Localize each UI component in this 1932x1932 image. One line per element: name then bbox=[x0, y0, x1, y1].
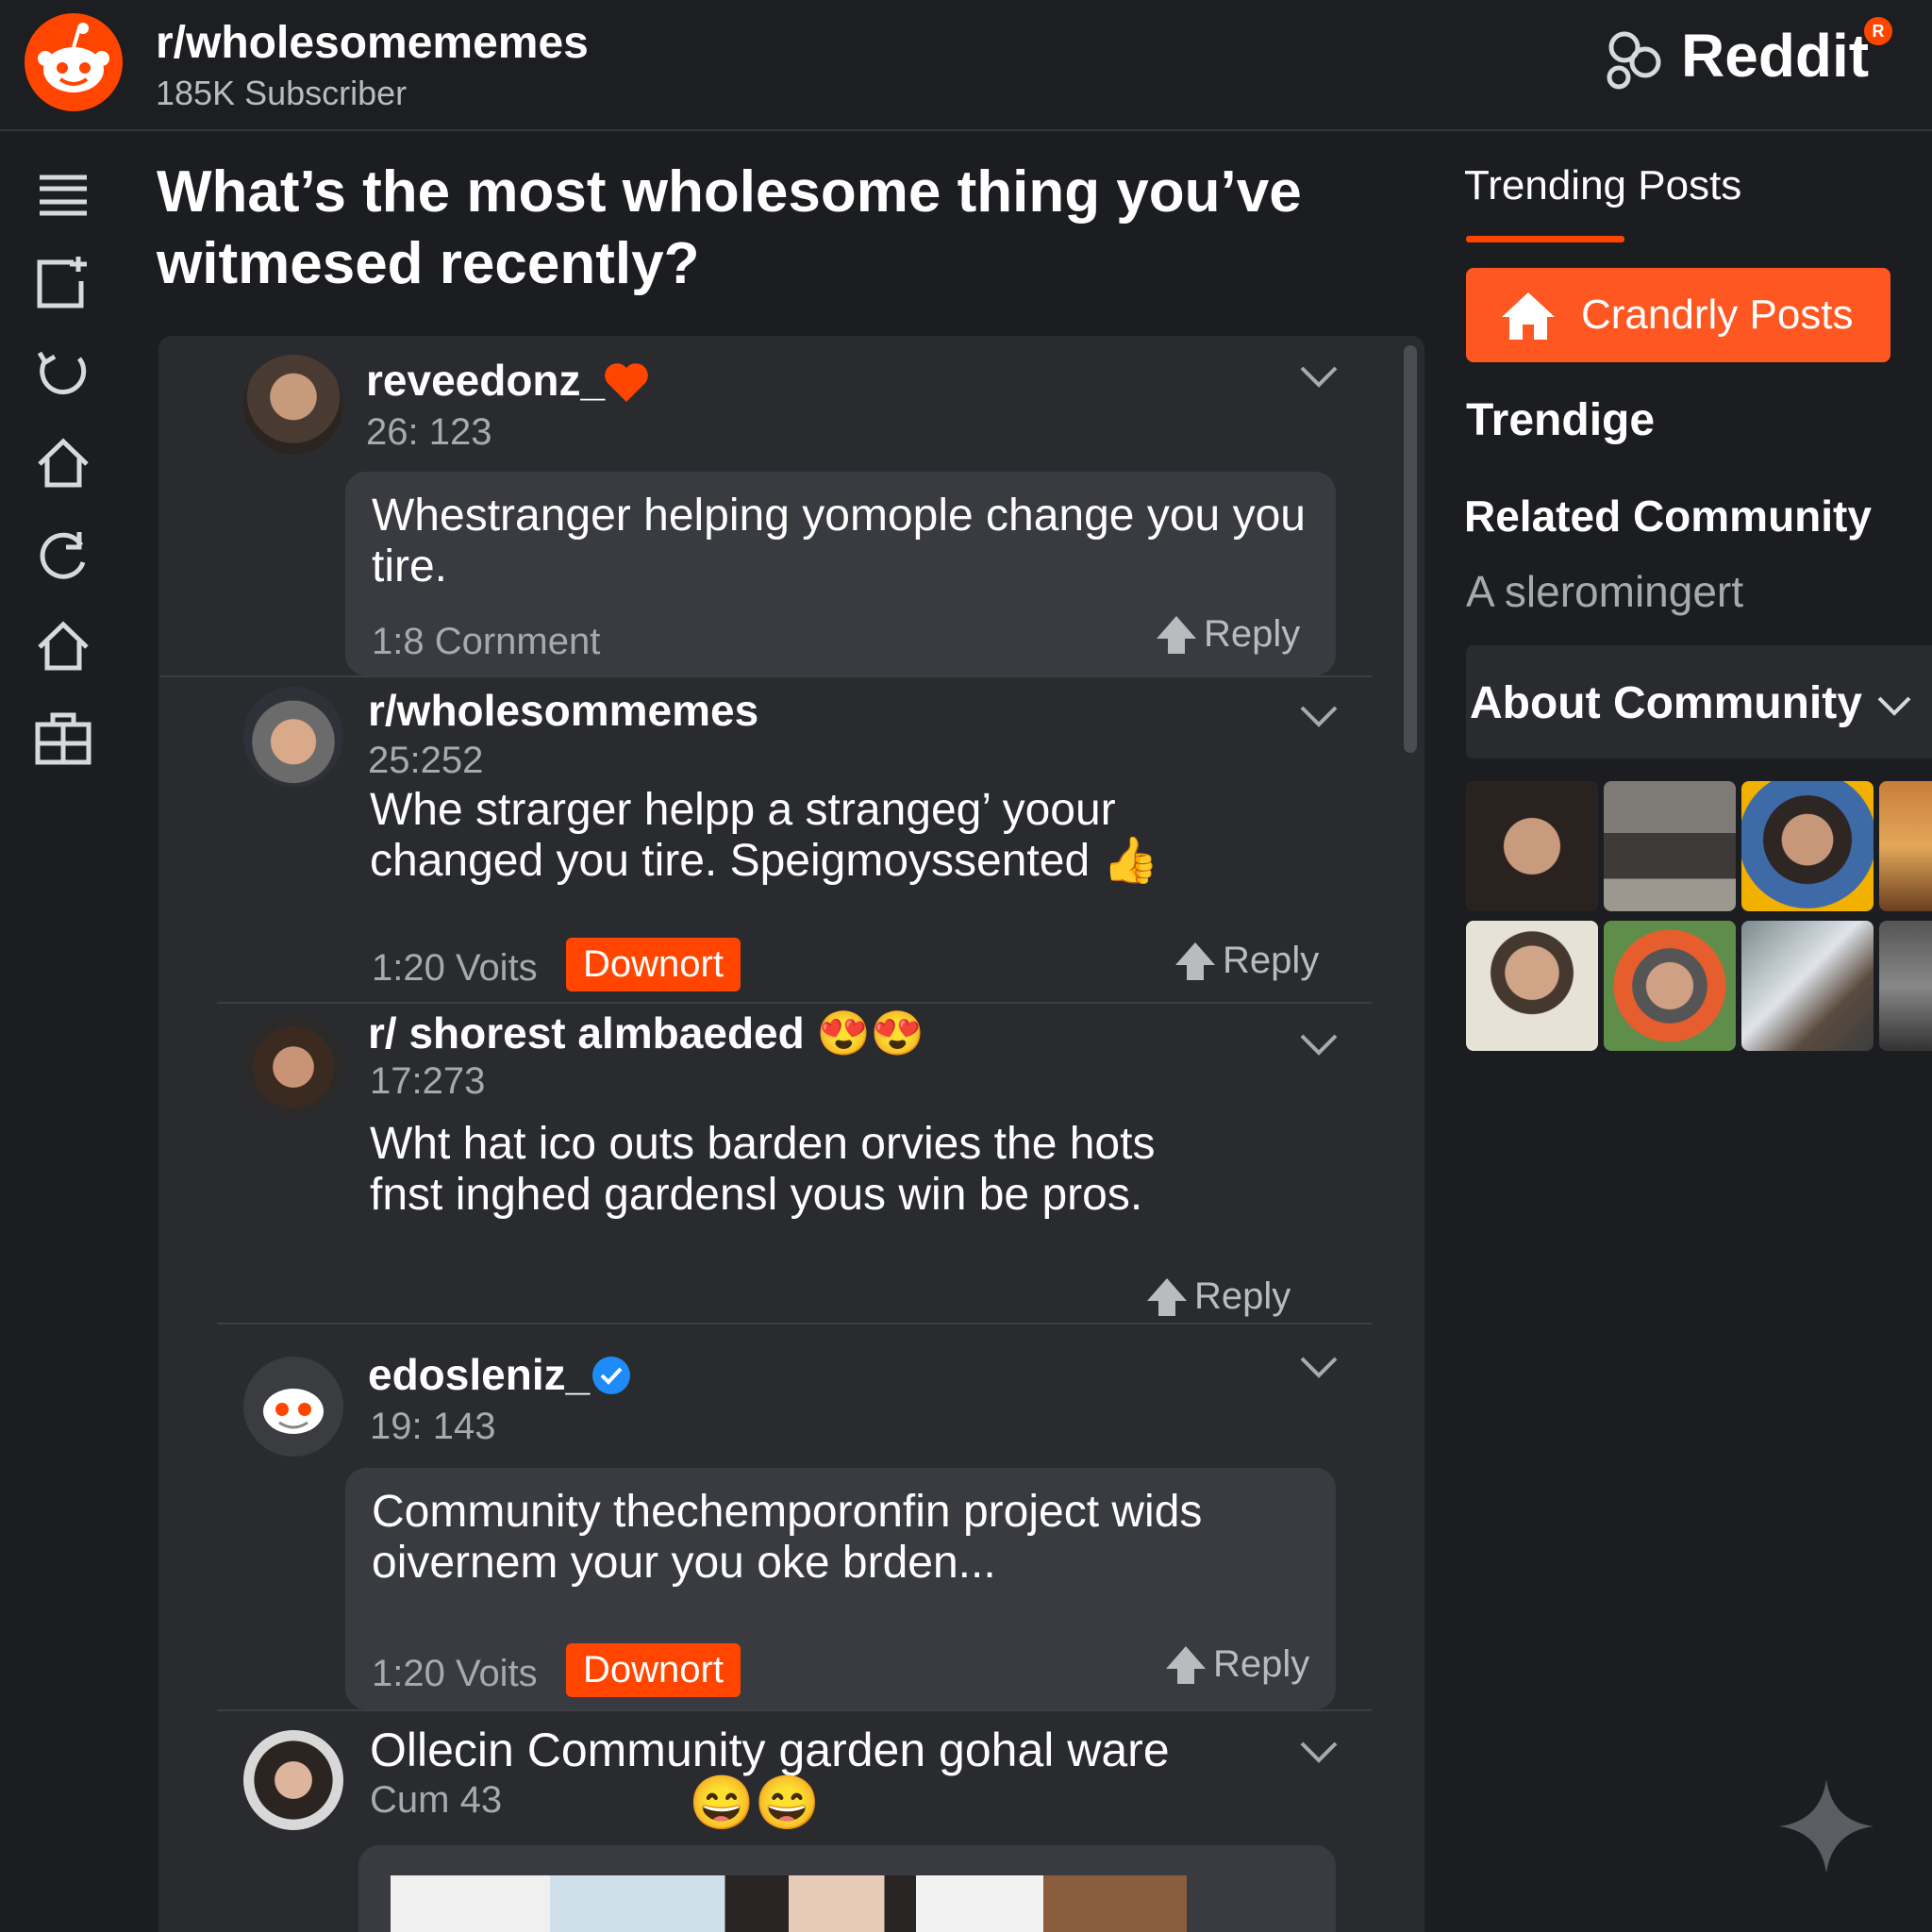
comment-text: Wht hat ico outs barden orvies the hots … bbox=[370, 1119, 1156, 1220]
comment-meta: 19: 143 bbox=[370, 1406, 496, 1447]
refresh-icon[interactable] bbox=[32, 343, 94, 406]
chevron-down-icon[interactable] bbox=[1298, 1032, 1340, 1058]
heart-eyes-emoji: 😍😍 bbox=[816, 1008, 925, 1058]
chevron-down-icon[interactable] bbox=[1298, 364, 1340, 391]
community-photo[interactable] bbox=[1741, 781, 1874, 911]
heart-icon bbox=[602, 360, 651, 406]
comment-text: Whe strarger helpp a strangeg’ yoour cha… bbox=[370, 785, 1275, 887]
comment-meta: 25:252 bbox=[368, 740, 484, 781]
reply-button[interactable]: Reply bbox=[1145, 1275, 1291, 1318]
divider bbox=[160, 675, 1372, 677]
reply-label: Reply bbox=[1194, 1275, 1291, 1317]
menu-icon[interactable] bbox=[32, 164, 94, 226]
comment-count[interactable]: 1:8 Cornment bbox=[372, 621, 600, 663]
subreddit-logo-icon[interactable] bbox=[25, 13, 123, 111]
compose-icon[interactable] bbox=[32, 253, 94, 315]
about-community-label: About Community bbox=[1470, 678, 1862, 728]
reply-label: Reply bbox=[1223, 940, 1320, 981]
comment-text-content: Whe strarger helpp a strangeg’ yoour cha… bbox=[370, 785, 1116, 886]
notification-badge[interactable]: R bbox=[1864, 17, 1892, 45]
community-photo[interactable] bbox=[1604, 921, 1736, 1051]
thumbs-up-emoji: 👍 bbox=[1102, 836, 1159, 886]
upvote-arrow-icon bbox=[1147, 1277, 1187, 1316]
community-icon[interactable] bbox=[32, 709, 94, 772]
reply-button[interactable]: Reply bbox=[1155, 613, 1300, 656]
image-preview[interactable] bbox=[391, 1875, 1187, 1932]
scrollbar-thumb[interactable] bbox=[1404, 345, 1417, 753]
reload-icon[interactable] bbox=[32, 525, 94, 587]
comment-meta: 17:273 bbox=[370, 1060, 486, 1102]
snoo-icon bbox=[263, 1389, 324, 1434]
divider bbox=[217, 1709, 1372, 1711]
download-button[interactable]: Downort bbox=[566, 938, 741, 991]
comment-username[interactable]: r/ shorest almbaeded 😍😍 bbox=[368, 1008, 924, 1059]
community-photo[interactable] bbox=[1879, 921, 1932, 1051]
comment-meta: 26: 123 bbox=[366, 411, 492, 453]
community-photo[interactable] bbox=[1466, 921, 1598, 1051]
reply-button[interactable]: Reply bbox=[1164, 1643, 1309, 1686]
comment-meta: Cum 43 bbox=[370, 1779, 503, 1821]
comment-username[interactable]: r/wholesommemes bbox=[368, 685, 758, 736]
upvote-arrow-icon bbox=[1157, 615, 1196, 654]
reply-label: Reply bbox=[1204, 613, 1301, 655]
reply-button[interactable]: Reply bbox=[1174, 940, 1319, 982]
comment-username[interactable]: reveedonz_ bbox=[366, 355, 605, 406]
vote-count: 1:20 Voits bbox=[372, 1653, 538, 1694]
trendige-heading[interactable]: Trendige bbox=[1466, 394, 1655, 446]
download-button[interactable]: Downort bbox=[566, 1643, 741, 1697]
community-photo[interactable] bbox=[1466, 781, 1598, 911]
comment-username-text: r/ shorest almbaeded bbox=[368, 1008, 805, 1058]
tab-underline bbox=[1466, 236, 1624, 242]
avatar[interactable] bbox=[243, 687, 343, 787]
related-community-name[interactable]: A sleromingert bbox=[1466, 566, 1743, 617]
chevron-down-icon[interactable] bbox=[1298, 1355, 1340, 1381]
post-title[interactable]: What’s the most wholesome thing you’ve w… bbox=[157, 157, 1411, 300]
community-photo[interactable] bbox=[1604, 781, 1736, 911]
grin-emoji: 😄😄 bbox=[689, 1773, 821, 1832]
trending-button-label: Crandrly Posts bbox=[1581, 291, 1854, 338]
home-outline-icon[interactable] bbox=[32, 615, 94, 677]
avatar[interactable] bbox=[243, 355, 343, 455]
home-icon bbox=[1502, 292, 1555, 340]
trending-posts-button[interactable]: Crandrly Posts bbox=[1466, 268, 1890, 362]
trending-posts-heading[interactable]: Trending Posts bbox=[1464, 162, 1741, 209]
comment-username[interactable]: Ollecin Community garden gohal ware bbox=[370, 1723, 1170, 1777]
sparkle-icon[interactable] bbox=[1779, 1779, 1874, 1874]
chevron-down-icon[interactable] bbox=[1875, 694, 1913, 719]
verified-icon bbox=[591, 1355, 632, 1396]
chevron-down-icon[interactable] bbox=[1298, 704, 1340, 730]
divider bbox=[217, 1002, 1372, 1004]
reddit-brand-icon bbox=[1604, 26, 1666, 92]
related-community-heading[interactable]: Related Community bbox=[1464, 491, 1872, 541]
home-icon[interactable] bbox=[32, 432, 94, 494]
community-photo[interactable] bbox=[1879, 781, 1932, 911]
reply-label: Reply bbox=[1213, 1643, 1310, 1685]
divider bbox=[217, 1323, 1372, 1324]
subscriber-count: 185K Subscriber bbox=[156, 74, 408, 112]
comment-text: Community thechemporonfin project wids o… bbox=[372, 1487, 1203, 1588]
community-photo[interactable] bbox=[1741, 921, 1874, 1051]
chevron-down-icon[interactable] bbox=[1298, 1740, 1340, 1766]
avatar[interactable] bbox=[243, 1015, 343, 1115]
avatar[interactable] bbox=[243, 1730, 343, 1830]
upvote-arrow-icon bbox=[1166, 1645, 1206, 1684]
vote-count: 1:20 Voits bbox=[372, 947, 538, 989]
comment-username[interactable]: edosleniz_ bbox=[368, 1349, 590, 1400]
comment-text: Whestranger helping yomople change you y… bbox=[372, 491, 1306, 591]
upvote-arrow-icon bbox=[1175, 941, 1215, 980]
subreddit-name[interactable]: r/wholesomememes bbox=[156, 17, 589, 69]
avatar[interactable] bbox=[243, 1357, 343, 1457]
brand-name[interactable]: Reddit bbox=[1681, 21, 1869, 91]
